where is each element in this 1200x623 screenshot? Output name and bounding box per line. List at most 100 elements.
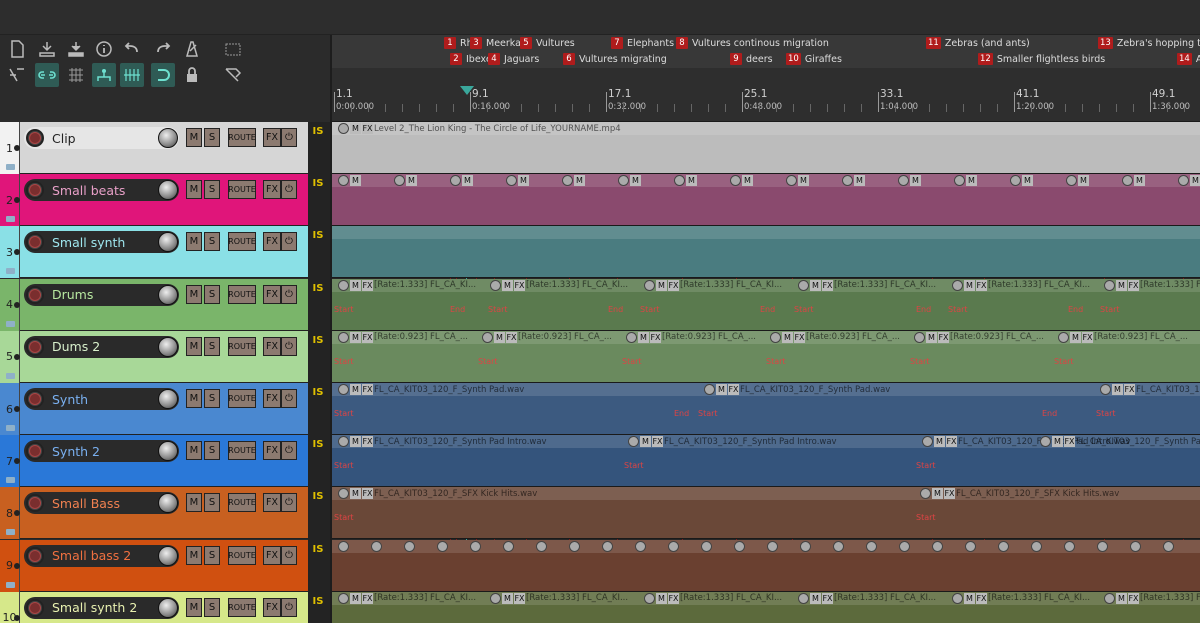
track-name[interactable]: Synth 2 <box>52 444 158 459</box>
item-lock-icon[interactable] <box>618 175 629 187</box>
item-mute-toggle[interactable]: M <box>350 331 361 343</box>
item-lock-icon[interactable] <box>338 592 349 604</box>
mute-button[interactable]: M <box>186 389 202 408</box>
track-name-bar[interactable]: Small Bass <box>24 492 179 515</box>
item-lock-icon[interactable] <box>1064 540 1075 552</box>
media-item[interactable]: M FX [Rate:0.923] FL_CA_... <box>1058 331 1188 344</box>
track-header-8[interactable]: 8 Small Bass M S ROUTE FX ⏻ <box>0 487 308 540</box>
item-mute-toggle[interactable]: M <box>742 175 753 187</box>
media-item[interactable]: MFXFL_CA_KIT03_120_F_Synth Pad Intro.wav <box>1040 435 1200 448</box>
track-header-4[interactable]: 4 Drums M S ROUTE FX ⏻ <box>0 278 308 331</box>
media-item[interactable]: M <box>394 174 418 187</box>
item-fx-toggle[interactable]: FX <box>1082 331 1093 343</box>
marker-13[interactable]: 13Zebra's hopping thro <box>1098 37 1200 49</box>
item-lock-icon[interactable] <box>701 540 712 552</box>
track-name-bar[interactable]: Small synth 2 <box>24 596 179 619</box>
track-name[interactable]: Drums <box>52 287 158 302</box>
item-lock-icon[interactable] <box>338 384 349 395</box>
track-lane-4[interactable]: M FX [Rate:1.333] FL_CA_KI... M FX [Rate:1.33… <box>332 278 1200 331</box>
link-button[interactable] <box>35 63 59 87</box>
item-mute-toggle[interactable]: M <box>1052 436 1063 448</box>
item-mute-toggle[interactable]: M <box>1190 175 1200 187</box>
item-mute-toggle[interactable]: M <box>350 279 361 291</box>
marker-lane[interactable]: 1 Rhi 2 Ibexe 3 Meerkat 4 Jaguars 5 Vultures 6 Vult… <box>332 35 1200 68</box>
media-item[interactable]: MFX[Rate:1.333] FL_CA_KI... <box>952 592 1090 605</box>
ripple-button[interactable] <box>5 63 29 87</box>
item-lock-icon[interactable] <box>1100 384 1111 395</box>
route-button[interactable]: ROUTE <box>228 545 256 565</box>
fx-button[interactable]: FX <box>263 232 281 252</box>
item-mute-toggle[interactable]: M <box>1112 384 1123 395</box>
record-arm-button[interactable] <box>26 233 44 252</box>
solo-button[interactable]: S <box>204 389 220 408</box>
media-item[interactable]: MFX[Rate:1.333] FL_CA_KI... <box>798 279 936 292</box>
item-fx-toggle[interactable]: FX <box>362 488 373 500</box>
item-lock-icon[interactable] <box>898 175 909 187</box>
fx-bypass-button[interactable]: ⏻ <box>281 180 297 200</box>
track-header-3[interactable]: 3 Small synth M S ROUTE FX ⏻ <box>0 226 308 279</box>
media-item[interactable]: M <box>1178 174 1200 187</box>
record-arm-button[interactable] <box>26 494 44 513</box>
group-button[interactable] <box>92 63 116 87</box>
record-arm-dot[interactable] <box>14 301 20 308</box>
marker-11[interactable]: 11 Zebras (and ants) <box>926 37 1030 49</box>
marker-14[interactable]: 14 A <box>1177 53 1200 65</box>
undo-button[interactable] <box>120 37 144 61</box>
item-lock-icon[interactable] <box>482 331 493 343</box>
route-button[interactable]: ROUTE <box>228 389 256 408</box>
item-lock-icon[interactable] <box>1058 331 1069 343</box>
media-item[interactable]: MFXFL_CA_KIT03_120_F_Synth Pad Intro.wav <box>338 435 547 448</box>
item-lock-icon[interactable] <box>338 488 349 500</box>
fx-bypass-button[interactable]: ⏻ <box>281 493 297 513</box>
auto-crossfade-button[interactable] <box>120 63 144 87</box>
item-mute-toggle[interactable]: M <box>350 175 361 187</box>
item-fx-toggle[interactable]: FX <box>728 384 739 395</box>
folder-icon[interactable] <box>6 164 15 170</box>
media-item[interactable]: MFX[Rate:1.333] FL_CA_KI... <box>490 592 628 605</box>
item-lock-icon[interactable] <box>338 279 349 291</box>
item-lock-icon[interactable] <box>704 384 715 395</box>
fx-bypass-button[interactable]: ⏻ <box>281 232 297 252</box>
item-mute-toggle[interactable]: M <box>502 279 513 291</box>
track-name-bar[interactable]: Drums <box>24 283 179 306</box>
volume-knob[interactable] <box>158 389 178 409</box>
media-item[interactable]: M <box>1122 174 1146 187</box>
media-item[interactable]: MFX[Rate:1.333] FL_CA_KI... <box>644 592 782 605</box>
item-lock-icon[interactable] <box>842 175 853 187</box>
mute-button[interactable]: M <box>186 545 202 565</box>
item-fx-toggle[interactable]: FX <box>668 592 679 604</box>
mute-button[interactable]: M <box>186 232 202 252</box>
fx-button[interactable]: FX <box>263 389 281 408</box>
item-mute-toggle[interactable]: M <box>910 175 921 187</box>
media-item[interactable]: M FX [Rate:0.923] FL_CA_... <box>338 331 468 344</box>
item-lock-icon[interactable] <box>490 279 501 291</box>
mute-button[interactable]: M <box>186 180 202 200</box>
volume-knob[interactable] <box>158 284 178 305</box>
input-strip-button[interactable]: IS <box>310 544 326 558</box>
item-fx-toggle[interactable]: FX <box>794 331 805 343</box>
item-lock-icon[interactable] <box>371 540 382 552</box>
item-lock-icon[interactable] <box>1163 540 1174 552</box>
route-button[interactable]: ROUTE <box>228 284 256 304</box>
item-fx-toggle[interactable]: FX <box>946 436 957 448</box>
volume-knob[interactable] <box>158 128 178 148</box>
media-item[interactable]: M <box>954 174 978 187</box>
input-strip-button[interactable]: IS <box>310 335 326 349</box>
media-item[interactable]: MFX[Rate:1.333] FL_CA_KI... <box>1104 279 1200 292</box>
record-arm-dot[interactable] <box>14 197 20 204</box>
item-fx-toggle[interactable]: FX <box>976 279 987 291</box>
input-strip-button[interactable]: IS <box>310 387 326 401</box>
item-lock-icon[interactable] <box>954 175 965 187</box>
item-mute-toggle[interactable]: M <box>350 592 361 604</box>
media-item[interactable]: MFX[Rate:1.333] FL_CA_KI... <box>798 592 936 605</box>
item-lock-icon[interactable] <box>506 175 517 187</box>
mute-button[interactable]: M <box>186 493 202 513</box>
item-mute-toggle[interactable]: M <box>574 175 585 187</box>
item-lock-icon[interactable] <box>922 436 933 448</box>
solo-button[interactable]: S <box>204 545 220 565</box>
item-lock-icon[interactable] <box>952 592 963 604</box>
item-lock-icon[interactable] <box>899 540 910 552</box>
item-fx-toggle[interactable]: FX <box>506 331 517 343</box>
item-fx-toggle[interactable]: FX <box>362 279 373 291</box>
folder-icon[interactable] <box>6 216 15 223</box>
